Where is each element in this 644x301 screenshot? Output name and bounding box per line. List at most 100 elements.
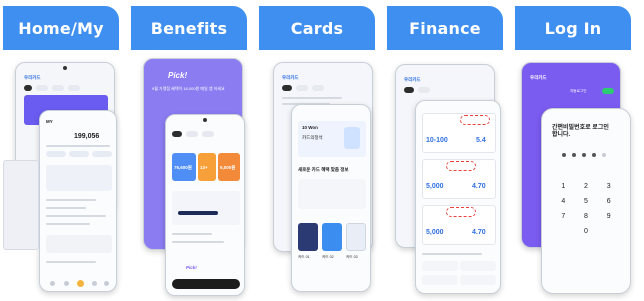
key-5[interactable]: 5	[575, 198, 598, 205]
nav-icon[interactable]	[104, 281, 109, 286]
phone-finance-front: 10-100 5.4 5,000 4.70 5,000 4.70	[415, 100, 501, 294]
nav-icon-active[interactable]	[77, 280, 84, 287]
key-3[interactable]: 3	[597, 183, 620, 190]
promo-headline: 새로운 카드 혜택 맞춤 정보	[298, 167, 349, 172]
divider	[46, 145, 110, 147]
tile-value: 13+	[200, 165, 208, 170]
column-login: Log In 우리카드 자동로그인 간편비밀번호로 로그인합니다. 1 2 3 …	[515, 6, 631, 300]
action-button[interactable]	[69, 151, 89, 157]
key-8[interactable]: 8	[575, 213, 598, 220]
nav-icon[interactable]	[50, 281, 55, 286]
loan-amount: 5,000	[426, 229, 444, 236]
loan-rate: 4.70	[472, 183, 486, 190]
phone-notch	[63, 66, 67, 70]
brand-label: 우리카드	[282, 75, 299, 80]
nav-icon[interactable]	[92, 281, 97, 286]
promo-text: 9월 가맹점 혜택이 18,000원 매일 앱 하세요	[152, 86, 225, 91]
chip[interactable]	[312, 85, 324, 91]
key-1[interactable]: 1	[552, 183, 575, 190]
tab-cards[interactable]: Cards	[259, 6, 375, 50]
tab-log-in[interactable]: Log In	[515, 6, 631, 50]
key-6[interactable]: 6	[597, 198, 620, 205]
chip-active[interactable]	[404, 87, 414, 93]
stage-finance: 우리카드 10-100 5.4 5,000 4.70 5,000 4.70	[387, 56, 503, 300]
loan-amount: 5,000	[426, 183, 444, 190]
chip-active[interactable]	[282, 85, 292, 91]
phone-home-front: MY 199,056	[39, 110, 117, 292]
chip[interactable]	[68, 85, 80, 91]
phone-login-front: 간편비밀번호로 로그인합니다. 1 2 3 4 5 6 7 8 9 0	[541, 108, 631, 294]
keypad: 1 2 3 4 5 6 7 8 9 0	[552, 183, 620, 235]
chip[interactable]	[52, 85, 64, 91]
card-image-3[interactable]	[346, 223, 366, 251]
bottom-cta[interactable]	[172, 279, 240, 289]
stage-home: 우리카드 MY 199,056	[3, 56, 119, 300]
pin-dot	[592, 153, 596, 157]
menu-box[interactable]	[460, 261, 496, 271]
tab-home-my[interactable]: Home/My	[3, 6, 119, 50]
tile-value: 5,000원	[220, 165, 236, 170]
key-9[interactable]: 9	[597, 213, 620, 220]
notice-box[interactable]	[46, 235, 112, 253]
chip[interactable]	[296, 85, 308, 91]
text-line	[172, 233, 212, 235]
benefit-card[interactable]	[46, 165, 112, 191]
key-4[interactable]: 4	[552, 198, 575, 205]
key-blank	[597, 228, 620, 235]
menu-box[interactable]	[460, 275, 496, 285]
banner-title: 10 Won	[302, 125, 318, 130]
pin-dot	[582, 153, 586, 157]
side-card	[3, 160, 39, 250]
tab-finance[interactable]: Finance	[387, 6, 503, 50]
savings-card[interactable]	[172, 191, 240, 225]
card-label: 카드 03	[346, 255, 358, 259]
chip-active[interactable]	[172, 131, 182, 137]
menu-box[interactable]	[422, 261, 458, 271]
key-0[interactable]: 0	[575, 228, 598, 235]
chip[interactable]	[202, 131, 214, 137]
text-line	[282, 97, 342, 99]
menu-box[interactable]	[422, 275, 458, 285]
text-line	[46, 223, 90, 225]
pin-dot	[562, 153, 566, 157]
stage-benefits: Pick! 9월 가맹점 혜택이 18,000원 매일 앱 하세요 76,600…	[131, 56, 247, 300]
pick-label: Pick!	[168, 71, 188, 80]
auto-login-label: 자동로그인	[570, 89, 587, 93]
key-7[interactable]: 7	[552, 213, 575, 220]
stage-cards: 우리카드 10 Won 카드의정석 새로운 카드 혜택 맞춤 정보 카드 01 …	[259, 56, 375, 300]
text-line	[422, 253, 482, 255]
card-image-2[interactable]	[322, 223, 342, 251]
loan-badge-2	[446, 161, 476, 171]
brand-label: 우리카드	[530, 75, 547, 80]
column-benefits: Benefits Pick! 9월 가맹점 혜택이 18,000원 매일 앱 하…	[131, 6, 247, 300]
pin-dot	[602, 153, 606, 157]
loan-rate: 4.70	[472, 229, 486, 236]
chip[interactable]	[186, 131, 198, 137]
card-image-1[interactable]	[298, 223, 318, 251]
key-blank	[552, 228, 575, 235]
text-line	[172, 241, 224, 243]
phone-benefits-front: 76,600원 13+ 5,000원 Pick!	[165, 114, 245, 296]
chip[interactable]	[36, 85, 48, 91]
text-line	[46, 207, 86, 209]
stage-login: 우리카드 자동로그인 간편비밀번호로 로그인합니다. 1 2 3 4 5 6 7…	[515, 56, 631, 300]
brand-label: 우리카드	[24, 75, 41, 80]
chip[interactable]	[418, 87, 430, 93]
card-label: 카드 01	[298, 255, 310, 259]
promo-box[interactable]	[298, 179, 366, 209]
column-cards: Cards 우리카드 10 Won 카드의정석 새로운 카드 혜택 맞춤 정보 …	[259, 6, 375, 300]
phone-cards-front: 10 Won 카드의정석 새로운 카드 혜택 맞춤 정보 카드 01 카드 02…	[291, 104, 371, 292]
card-name: 카드의정석	[302, 135, 323, 140]
savings-bar	[178, 211, 218, 215]
auto-login-toggle[interactable]	[602, 88, 614, 94]
loan-amount: 10-100	[426, 137, 448, 144]
tab-benefits[interactable]: Benefits	[131, 6, 247, 50]
bottom-pick: Pick!	[186, 265, 197, 270]
loan-badge-1	[460, 115, 490, 125]
action-button[interactable]	[46, 151, 66, 157]
action-button[interactable]	[92, 151, 112, 157]
nav-icon[interactable]	[64, 281, 69, 286]
loan-badge-3	[446, 207, 476, 217]
chip-active[interactable]	[24, 85, 32, 91]
key-2[interactable]: 2	[575, 183, 598, 190]
